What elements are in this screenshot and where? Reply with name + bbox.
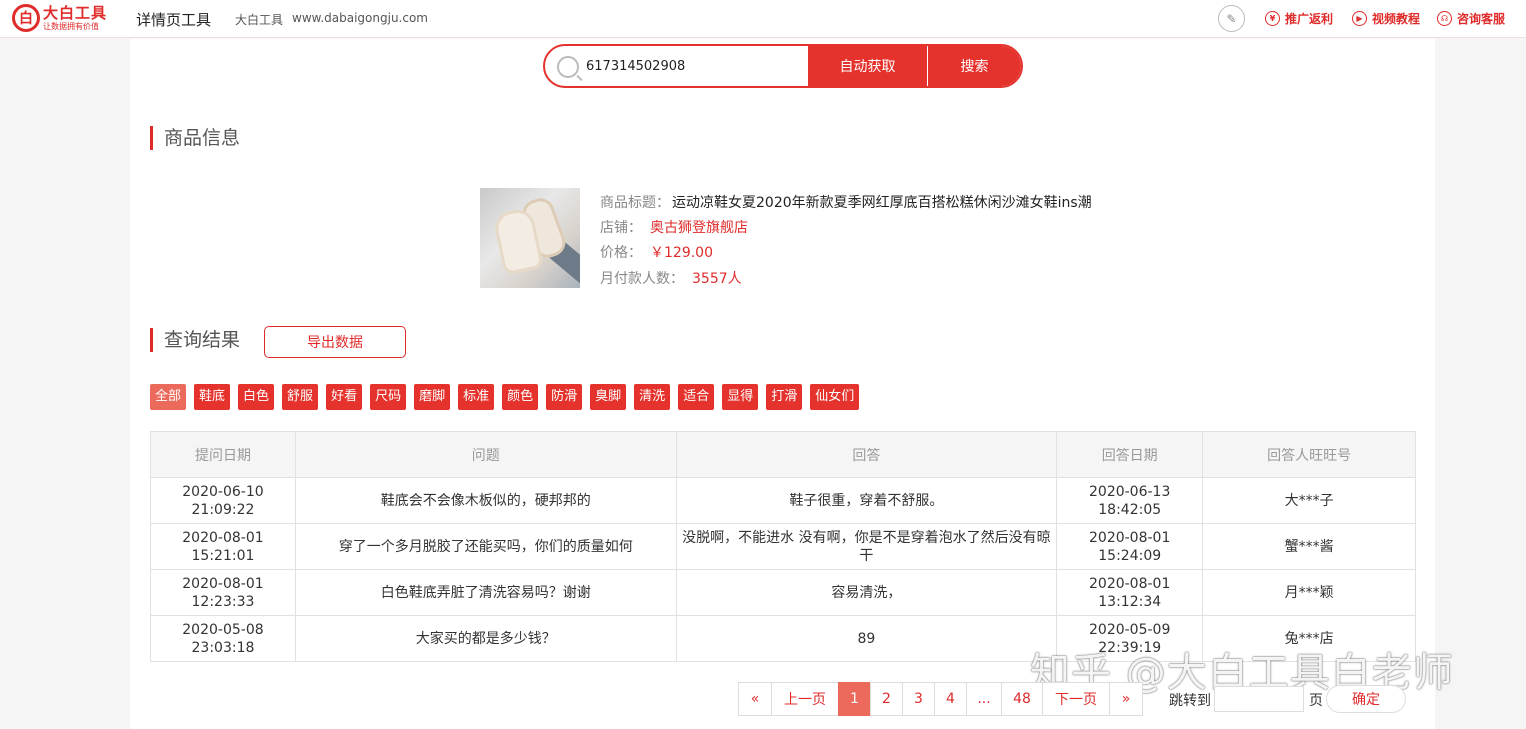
answer-date: 2020-08-01 13:12:34	[1056, 569, 1204, 616]
qa-table: 提问日期 问题 回答 回答日期 回答人旺旺号 2020-06-10 21:09:…	[150, 431, 1416, 662]
page-last-button[interactable]: »	[1109, 682, 1143, 716]
logo[interactable]: 白 大白工具 让数据拥有价值	[12, 4, 107, 32]
filter-tag[interactable]: 舒服	[282, 384, 319, 410]
answer-text: 容易清洗，	[675, 569, 1058, 616]
filter-tag[interactable]: 磨脚	[414, 384, 451, 410]
search-input[interactable]	[586, 46, 808, 86]
top-header: 白 大白工具 让数据拥有价值 详情页工具 大白工具 www.dabaigongj…	[0, 0, 1526, 38]
logo-mark-icon: 白	[12, 4, 40, 32]
filter-tag[interactable]: 打滑	[766, 384, 803, 410]
logo-slogan: 让数据拥有价值	[43, 21, 99, 31]
export-data-button[interactable]: 导出数据	[264, 326, 406, 358]
filter-tag[interactable]: 鞋底	[194, 384, 231, 410]
page-number-button[interactable]: 3	[902, 682, 935, 716]
col-answer: 回答	[675, 431, 1058, 478]
page-number-button[interactable]: 1	[838, 682, 871, 716]
filter-tag[interactable]: 标准	[458, 384, 495, 410]
pagination: «上一页 1 2 3 4... 48 下一页»	[738, 682, 1143, 716]
col-question: 问题	[294, 431, 677, 478]
filter-tag[interactable]: 臭脚	[590, 384, 627, 410]
product-title-row: 商品标题： 运动凉鞋女夏2020年新款夏季网红厚底百搭松糕休闲沙滩女鞋ins潮	[600, 195, 1092, 211]
yen-icon: ¥	[1265, 11, 1280, 26]
product-image[interactable]	[480, 188, 580, 288]
edit-icon[interactable]: ✎	[1218, 5, 1245, 32]
filter-tag[interactable]: 全部	[150, 384, 187, 410]
logo-name: 大白工具	[43, 3, 108, 22]
question-text: 穿了一个多月脱胶了还能买吗，你们的质量如何	[294, 523, 677, 570]
answer-text: 鞋子很重，穿着不舒服。	[675, 477, 1058, 524]
table-row: 2020-06-10 21:09:22 鞋底会不会像木板似的，硬邦邦的 鞋子很重，穿…	[150, 477, 1416, 524]
page-next-button[interactable]: 下一页	[1042, 682, 1110, 716]
search-icon	[557, 56, 579, 78]
search-button[interactable]: 搜索	[928, 46, 1021, 86]
page-number-button[interactable]: 2	[870, 682, 903, 716]
col-answerer-id: 回答人旺旺号	[1202, 431, 1416, 478]
filter-tag[interactable]: 好看	[326, 384, 363, 410]
question-date: 2020-08-01 15:21:01	[150, 523, 296, 570]
filter-tag[interactable]: 尺码	[370, 384, 407, 410]
jump-label: 跳转到	[1169, 693, 1211, 709]
nav-promo-rebate[interactable]: ¥ 推广返利	[1265, 10, 1333, 27]
page-number-button[interactable]: 4	[934, 682, 967, 716]
product-price: ￥129.00	[650, 245, 713, 261]
page-first-button[interactable]: «	[738, 682, 772, 716]
answerer-id: 月***颖	[1202, 569, 1416, 616]
answer-date: 2020-08-01 15:24:09	[1056, 523, 1204, 570]
jump-page-input[interactable]	[1214, 686, 1304, 712]
answer-date: 2020-06-13 18:42:05	[1056, 477, 1204, 524]
filter-tag[interactable]: 显得	[722, 384, 759, 410]
table-row: 2020-08-01 15:21:01 穿了一个多月脱胶了还能买吗，你们的质量如何…	[150, 523, 1416, 570]
col-answer-date: 回答日期	[1056, 431, 1204, 478]
question-text: 大家买的都是多少钱？	[294, 615, 677, 662]
auto-fetch-button[interactable]: 自动获取	[808, 46, 928, 86]
product-title: 运动凉鞋女夏2020年新款夏季网红厚底百搭松糕休闲沙滩女鞋ins潮	[672, 195, 1092, 211]
jump-confirm-button[interactable]: 确定	[1326, 685, 1406, 713]
question-date: 2020-05-08 23:03:18	[150, 615, 296, 662]
keyword-tags: 全部 鞋底 白色 舒服 好看 尺码 磨脚 标准 颜色 防滑 臭脚 清洗 适合 显得 打滑 仙女们	[150, 384, 867, 410]
filter-tag[interactable]: 防滑	[546, 384, 583, 410]
product-price-row: 价格： ￥129.00	[600, 245, 713, 261]
filter-tag[interactable]: 仙女们	[810, 384, 860, 410]
search-bar: 自动获取 搜索	[543, 44, 1023, 88]
answerer-id: 蟹***酱	[1202, 523, 1416, 570]
answer-text: 没脱啊，不能进水 没有啊，你是不是穿着泡水了然后没有晾干	[675, 523, 1058, 570]
filter-tag[interactable]: 颜色	[502, 384, 539, 410]
nav-video-tutorial[interactable]: ▶ 视频教程	[1352, 10, 1420, 27]
shop-name-link[interactable]: 奥古狮登旗舰店	[650, 220, 748, 236]
site-url[interactable]: www.dabaigongju.com	[292, 11, 428, 25]
question-text: 鞋底会不会像木板似的，硬邦邦的	[294, 477, 677, 524]
col-question-date: 提问日期	[150, 431, 296, 478]
answer-text: 89	[675, 615, 1058, 662]
results-section-title: 查询结果	[150, 328, 240, 352]
filter-tag[interactable]: 白色	[238, 384, 275, 410]
nav-customer-support[interactable]: ☊ 咨询客服	[1437, 10, 1505, 27]
play-icon: ▶	[1352, 11, 1367, 26]
headset-icon: ☊	[1437, 11, 1452, 26]
page-number-button[interactable]: ...	[966, 682, 1002, 716]
app-title: 详情页工具	[136, 11, 212, 29]
filter-tag[interactable]: 适合	[678, 384, 715, 410]
monthly-buyers: 3557人	[692, 271, 742, 287]
table-header-row: 提问日期 问题 回答 回答日期 回答人旺旺号	[150, 431, 1416, 478]
jump-unit: 页	[1309, 693, 1323, 709]
filter-tag[interactable]: 清洗	[634, 384, 671, 410]
page-prev-button[interactable]: 上一页	[771, 682, 839, 716]
page-number-button[interactable]: 48	[1001, 682, 1043, 716]
product-section-title: 商品信息	[150, 126, 240, 150]
site-name: 大白工具	[235, 13, 284, 27]
table-row: 2020-08-01 12:23:33 白色鞋底弄脏了清洗容易吗？谢谢 容易清洗， 2…	[150, 569, 1416, 616]
question-date: 2020-06-10 21:09:22	[150, 477, 296, 524]
answerer-id: 大***子	[1202, 477, 1416, 524]
question-date: 2020-08-01 12:23:33	[150, 569, 296, 616]
product-shop-row: 店铺： 奥古狮登旗舰店	[600, 220, 748, 236]
question-text: 白色鞋底弄脏了清洗容易吗？谢谢	[294, 569, 677, 616]
product-buyers-row: 月付款人数： 3557人	[600, 271, 742, 287]
